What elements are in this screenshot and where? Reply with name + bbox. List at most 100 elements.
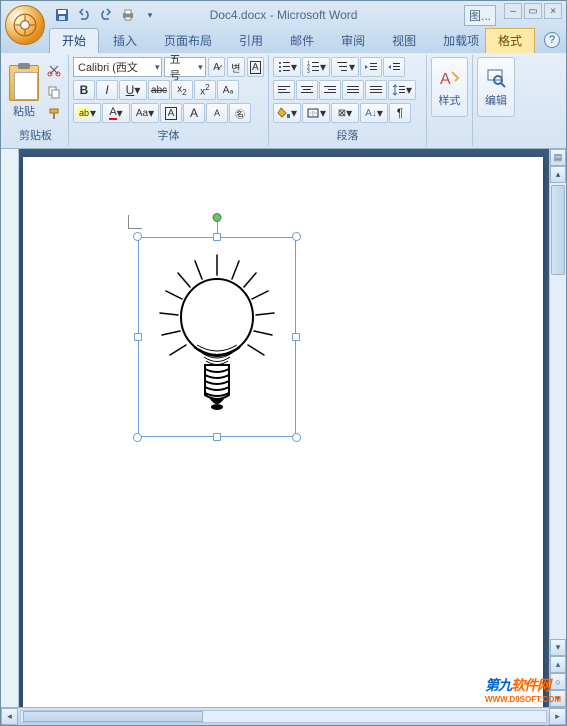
contextual-tab-title: 图... — [464, 5, 496, 26]
numbering-button[interactable]: 123▾ — [302, 57, 330, 77]
pinyin-guide-button[interactable]: 변 — [227, 57, 244, 77]
vertical-scrollbar[interactable]: ▤ ▴ ▾ ▴ ○ ▾ — [549, 149, 566, 707]
tab-references[interactable]: 引用 — [226, 28, 276, 53]
shading-button[interactable]: ▾ — [273, 103, 301, 123]
vertical-ruler[interactable] — [1, 149, 19, 707]
tab-format[interactable]: 格式 — [485, 28, 535, 53]
tab-mailings[interactable]: 邮件 — [277, 28, 327, 53]
resize-handle-ne[interactable] — [292, 232, 301, 241]
char-border-button[interactable]: A — [247, 57, 264, 77]
resize-handle-se[interactable] — [292, 433, 301, 442]
char-shading-button[interactable]: A — [160, 103, 182, 123]
print-button[interactable] — [119, 6, 137, 24]
document-area: ▤ ▴ ▾ ▴ ○ ▾ — [1, 149, 566, 707]
font-size-combo[interactable]: 五号 — [164, 57, 205, 77]
change-case-button[interactable]: Aₐ — [217, 80, 239, 100]
titlebar: ▾ Doc4.docx - Microsoft Word 图... – ▭ × — [1, 1, 566, 29]
font-family-combo[interactable]: Calibri (西文 — [73, 57, 162, 77]
restore-button[interactable]: ▭ — [524, 3, 542, 19]
window-controls: – ▭ × — [504, 3, 562, 19]
change-case-aa-button[interactable]: Aa▾ — [131, 103, 159, 123]
svg-text:3: 3 — [307, 69, 310, 74]
ruler-toggle[interactable]: ▤ — [550, 149, 566, 166]
close-button[interactable]: × — [544, 3, 562, 19]
selected-image-frame[interactable] — [138, 237, 296, 437]
resize-handle-sw[interactable] — [133, 433, 142, 442]
scroll-track-h[interactable] — [20, 710, 547, 723]
align-right-button[interactable] — [319, 80, 341, 100]
resize-handle-nw[interactable] — [133, 232, 142, 241]
enclosed-char-button[interactable]: ㊔ — [229, 103, 251, 123]
page-viewport[interactable] — [19, 149, 549, 707]
quick-access-toolbar: ▾ — [53, 6, 159, 24]
resize-handle-w[interactable] — [134, 333, 142, 341]
bold-button[interactable]: B — [73, 80, 95, 100]
tab-review[interactable]: 审阅 — [328, 28, 378, 53]
copy-button[interactable] — [44, 82, 64, 102]
scroll-thumb-h[interactable] — [23, 711, 203, 722]
scroll-up-button[interactable]: ▴ — [550, 166, 566, 183]
prev-page-button[interactable]: ▴ — [550, 656, 566, 673]
styles-button[interactable]: A 样式 — [431, 57, 468, 117]
cut-button[interactable] — [44, 60, 64, 80]
tab-view[interactable]: 视图 — [379, 28, 429, 53]
italic-button[interactable]: I — [96, 80, 118, 100]
tab-layout[interactable]: 页面布局 — [151, 28, 225, 53]
increase-indent-button[interactable] — [383, 57, 405, 77]
save-button[interactable] — [53, 6, 71, 24]
clear-formatting-button[interactable]: A̷ — [208, 57, 225, 77]
scroll-thumb-v[interactable] — [551, 185, 565, 275]
superscript-button[interactable]: x2 — [194, 80, 216, 100]
distributed-button[interactable] — [365, 80, 387, 100]
lightbulb-image[interactable] — [150, 247, 284, 427]
tab-home[interactable]: 开始 — [49, 28, 99, 53]
styles-icon: A — [438, 66, 462, 90]
tab-addins[interactable]: 加载项 — [430, 28, 492, 53]
qat-customize[interactable]: ▾ — [141, 6, 159, 24]
justify-button[interactable] — [342, 80, 364, 100]
highlight-button[interactable]: ab▾ — [73, 103, 101, 123]
group-styles: A 样式 — [427, 55, 473, 146]
resize-handle-s[interactable] — [213, 433, 221, 441]
strikethrough-button[interactable]: abc — [148, 80, 170, 100]
bullets-button[interactable]: ▾ — [273, 57, 301, 77]
underline-button[interactable]: U▾ — [119, 80, 147, 100]
sort-button[interactable]: A↓▾ — [360, 103, 388, 123]
font-color-button[interactable]: A▾ — [102, 103, 130, 123]
align-center-button[interactable] — [296, 80, 318, 100]
group-editing: 编辑 — [473, 55, 519, 146]
document-page[interactable] — [23, 157, 543, 707]
borders-button[interactable]: ▾ — [302, 103, 330, 123]
ribbon-tabs: 开始 插入 页面布局 引用 邮件 审阅 视图 加载项 格式 ? — [1, 29, 566, 53]
resize-handle-n[interactable] — [213, 233, 221, 241]
scroll-down-button[interactable]: ▾ — [550, 639, 566, 656]
help-button[interactable]: ? — [544, 32, 560, 48]
editing-button[interactable]: 编辑 — [477, 57, 515, 117]
rotation-handle[interactable] — [213, 213, 222, 222]
app-name: Microsoft Word — [277, 8, 357, 22]
align-left-button[interactable] — [273, 80, 295, 100]
undo-button[interactable] — [75, 6, 93, 24]
redo-button[interactable] — [97, 6, 115, 24]
scroll-left-button[interactable]: ◂ — [1, 708, 18, 725]
shrink-font-button[interactable]: A — [206, 103, 228, 123]
minimize-button[interactable]: – — [504, 3, 522, 19]
watermark-url: WWW.D9SOFT.COM — [485, 695, 561, 704]
tab-insert[interactable]: 插入 — [100, 28, 150, 53]
asian-layout-button[interactable]: ⊠▾ — [331, 103, 359, 123]
line-spacing-button[interactable]: ▾ — [388, 80, 416, 100]
decrease-indent-button[interactable] — [360, 57, 382, 77]
grow-font-button[interactable]: A — [183, 103, 205, 123]
show-marks-button[interactable]: ¶ — [389, 103, 411, 123]
subscript-button[interactable]: x2 — [171, 80, 193, 100]
paste-label: 粘贴 — [13, 103, 35, 119]
scroll-track-v[interactable] — [550, 183, 566, 639]
watermark-text-1: 第九 — [485, 677, 511, 693]
format-painter-button[interactable] — [44, 104, 64, 124]
paste-button[interactable]: 粘贴 — [7, 57, 41, 126]
window-title: Doc4.docx - Microsoft Word — [210, 8, 358, 22]
office-button[interactable] — [5, 5, 45, 45]
multilevel-list-button[interactable]: ▾ — [331, 57, 359, 77]
scroll-right-button[interactable]: ▸ — [549, 708, 566, 725]
resize-handle-e[interactable] — [292, 333, 300, 341]
